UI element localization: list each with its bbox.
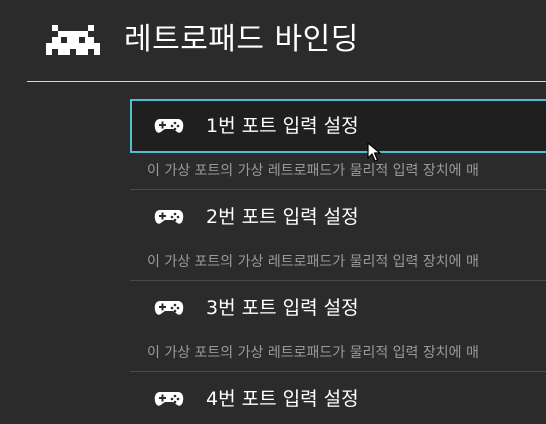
sublabel-text: 이 가상 포트의 가상 레트로패드가 물리적 입력 장치에 매: [147, 163, 479, 179]
list-entry-port-1: 1번 포트 입력 설정 이 가상 포트의 가상 레트로패드가 물리적 입력 장치…: [130, 99, 546, 190]
gamepad-icon: [154, 210, 184, 224]
gamepad-icon: [154, 301, 184, 315]
menu-item-label: 4번 포트 입력 설정: [206, 388, 359, 410]
port-list: 1번 포트 입력 설정 이 가상 포트의 가상 레트로패드가 물리적 입력 장치…: [130, 99, 546, 424]
app-window: 레트로패드 바인딩 1번 포트 입력 설정 이 가상 포트의 가상 레트로패드가…: [0, 0, 546, 424]
list-entry-port-2: 2번 포트 입력 설정 이 가상 포트의 가상 레트로패드가 물리적 입력 장치…: [130, 190, 546, 281]
sublabel-text: 이 가상 포트의 가상 레트로패드가 물리적 입력 장치에 매: [147, 254, 479, 270]
menu-item-port-2[interactable]: 2번 포트 입력 설정: [130, 190, 546, 244]
retroarch-logo: [46, 25, 100, 55]
gamepad-icon: [154, 119, 184, 133]
sublabel-text: 이 가상 포트의 가상 레트로패드가 물리적 입력 장치에 매: [147, 345, 479, 361]
menu-item-label: 2번 포트 입력 설정: [206, 206, 359, 228]
menu-item-sublabel: 이 가상 포트의 가상 레트로패드가 물리적 입력 장치에 매: [130, 244, 546, 281]
menu-item-port-3[interactable]: 3번 포트 입력 설정: [130, 281, 546, 335]
list-entry-port-4: 4번 포트 입력 설정: [130, 372, 546, 424]
menu-item-sublabel: 이 가상 포트의 가상 레트로패드가 물리적 입력 장치에 매: [130, 153, 546, 190]
list-entry-port-3: 3번 포트 입력 설정 이 가상 포트의 가상 레트로패드가 물리적 입력 장치…: [130, 281, 546, 372]
menu-item-label: 3번 포트 입력 설정: [206, 297, 359, 319]
header: 레트로패드 바인딩: [0, 0, 546, 82]
gamepad-icon: [154, 392, 184, 406]
menu-item-port-4[interactable]: 4번 포트 입력 설정: [130, 372, 546, 424]
menu-item-sublabel: 이 가상 포트의 가상 레트로패드가 물리적 입력 장치에 매: [130, 335, 546, 372]
menu-item-label: 1번 포트 입력 설정: [206, 115, 359, 137]
page-title: 레트로패드 바인딩: [124, 22, 359, 57]
menu-item-port-1[interactable]: 1번 포트 입력 설정: [130, 99, 546, 153]
header-divider: [27, 81, 546, 82]
